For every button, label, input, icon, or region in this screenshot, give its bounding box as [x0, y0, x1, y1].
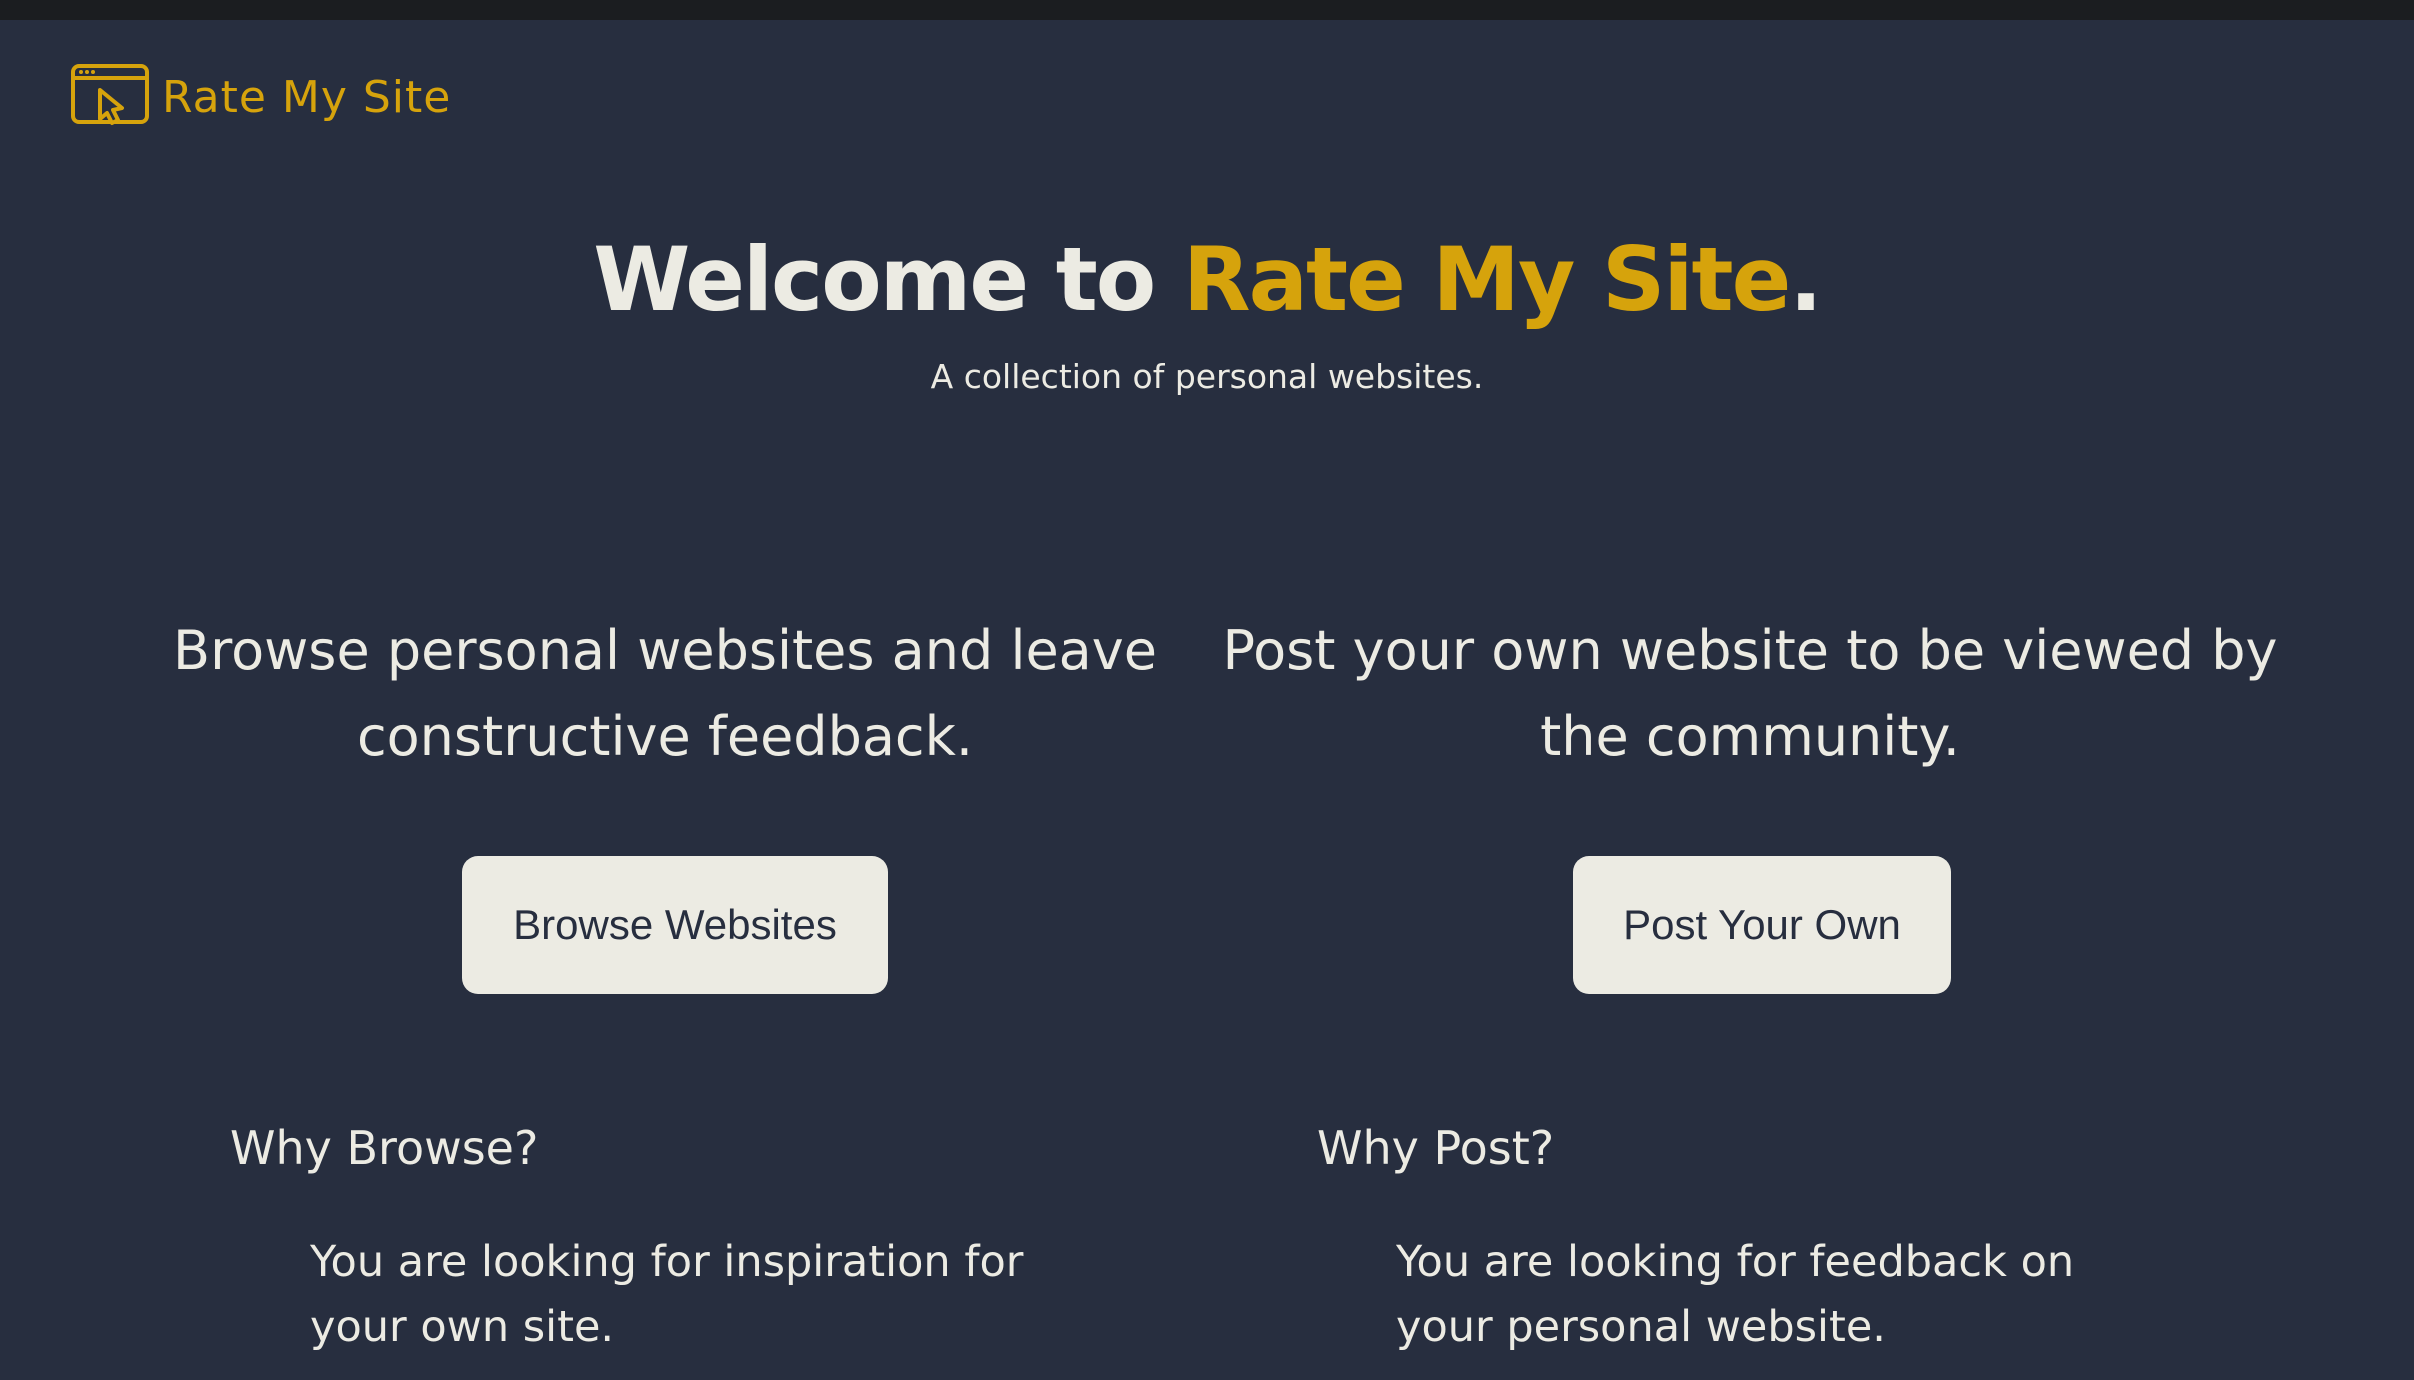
hero-title: Welcome to Rate My Site.	[0, 225, 2414, 335]
browser-cursor-icon	[70, 62, 150, 132]
site-logo-link[interactable]: Rate My Site	[70, 62, 451, 132]
hero-title-suffix: .	[1789, 228, 1822, 331]
why-post-heading: Why Post?	[1317, 1121, 1555, 1175]
why-browse-heading: Why Browse?	[230, 1121, 539, 1175]
post-your-own-button[interactable]: Post Your Own	[1573, 856, 1951, 994]
browse-description: Browse personal websites and leave const…	[173, 619, 1157, 768]
hero-title-prefix: Welcome to	[593, 228, 1183, 331]
browse-websites-button[interactable]: Browse Websites	[462, 856, 888, 994]
site-logo-text: Rate My Site	[162, 71, 452, 123]
hero-title-brand: Rate My Site	[1182, 228, 1791, 331]
browser-top-strip	[0, 0, 2414, 20]
why-post-text: You are looking for feedback on your per…	[1396, 1237, 2075, 1352]
post-description: Post your own website to be viewed by th…	[1222, 619, 2278, 768]
why-browse-text: You are looking for inspiration for your…	[310, 1237, 1024, 1352]
hero-subtitle: A collection of personal websites.	[930, 357, 1484, 396]
